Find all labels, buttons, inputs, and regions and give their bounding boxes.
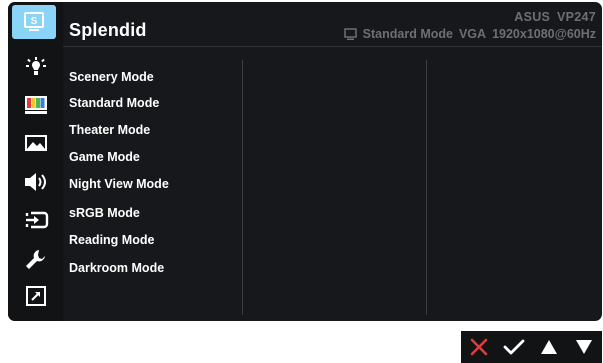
- system-setup-icon: [25, 250, 45, 269]
- triangle-up-icon: [541, 340, 558, 354]
- sidebar-item-image[interactable]: [8, 128, 63, 158]
- confirm-button[interactable]: [499, 332, 529, 362]
- sidebar-item-color[interactable]: [8, 90, 63, 120]
- status-line: Standard Mode VGA 1920x1080@60Hz: [343, 27, 596, 41]
- status-input: VGA: [458, 27, 487, 41]
- color-icon: [24, 96, 47, 114]
- page-title: Splendid: [69, 20, 147, 40]
- splendid-icon: S: [24, 12, 44, 31]
- sidebar-item-shortcut[interactable]: [8, 281, 63, 311]
- sidebar-item-input-select[interactable]: [8, 205, 63, 235]
- image-icon: [24, 135, 47, 151]
- mode-item-darkroom[interactable]: Darkroom Mode: [69, 261, 164, 275]
- brightness-icon: [25, 57, 46, 75]
- sidebar-item-system-setup[interactable]: [8, 244, 63, 274]
- sidebar: S: [8, 2, 63, 321]
- model-name: ASUS VP247: [514, 10, 596, 24]
- triangle-down-icon: [576, 340, 593, 354]
- navigation-buttons: [461, 331, 602, 363]
- monitor-icon: [343, 27, 357, 40]
- header-bar: Splendid ASUS VP247 Standard Mode VGA 19…: [63, 2, 602, 47]
- close-button[interactable]: [464, 332, 494, 362]
- check-icon: [503, 339, 525, 355]
- mode-item-srgb[interactable]: sRGB Mode: [69, 206, 140, 220]
- down-button[interactable]: [569, 332, 599, 362]
- mode-item-theater[interactable]: Theater Mode: [69, 123, 150, 137]
- mode-item-reading[interactable]: Reading Mode: [69, 233, 154, 247]
- mode-item-scenery[interactable]: Scenery Mode: [69, 70, 154, 84]
- mode-item-night-view[interactable]: Night View Mode: [69, 177, 169, 191]
- status-resolution: 1920x1080@60Hz: [492, 27, 596, 41]
- mode-item-game[interactable]: Game Mode: [69, 150, 140, 164]
- osd-panel: S Splendid ASUS VP247 Standard Mode VGA …: [8, 2, 602, 321]
- sidebar-item-brightness[interactable]: [8, 53, 63, 83]
- column-divider-1: [242, 60, 243, 315]
- close-icon: [470, 338, 487, 356]
- mode-list: Scenery Mode Standard Mode Theater Mode …: [63, 46, 253, 321]
- svg-text:S: S: [31, 16, 38, 27]
- up-button[interactable]: [534, 332, 564, 362]
- sidebar-item-splendid[interactable]: S: [12, 5, 56, 39]
- column-divider-2: [426, 60, 427, 315]
- sidebar-item-sound[interactable]: [8, 167, 63, 197]
- shortcut-icon: [25, 286, 46, 306]
- sound-icon: [24, 173, 46, 191]
- mode-item-standard[interactable]: Standard Mode: [69, 96, 159, 110]
- status-mode: Standard Mode: [362, 27, 453, 41]
- input-select-icon: [25, 211, 48, 229]
